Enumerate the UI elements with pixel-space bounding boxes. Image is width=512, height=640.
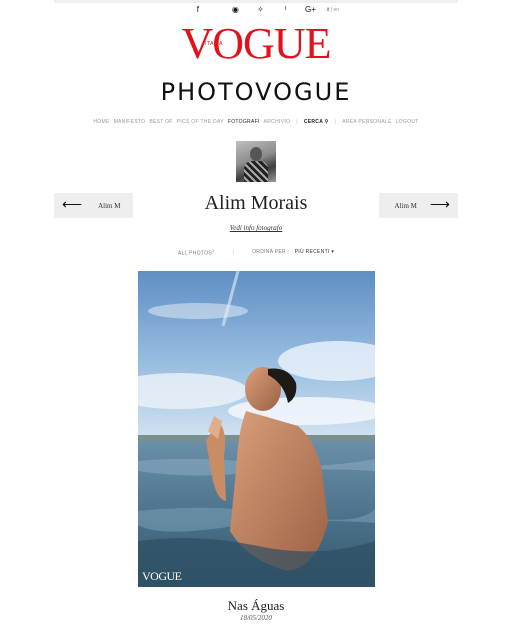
- search-icon: ⚲: [324, 119, 329, 125]
- logo-wordmark: VOGUE: [181, 19, 332, 68]
- lang-en[interactable]: en: [334, 7, 340, 13]
- sort-dropdown[interactable]: PIÙ RECENTI ▾: [295, 249, 335, 255]
- nav-manifesto[interactable]: MANIFESTO: [114, 119, 146, 125]
- nav-separator: |: [334, 119, 337, 125]
- arrow-right-icon: ⟶: [429, 198, 450, 213]
- nav-archivio[interactable]: ARCHIVIO: [264, 119, 291, 125]
- next-photographer-button[interactable]: Alim M ⟶: [379, 193, 458, 218]
- next-photographer-label: Alim M: [394, 201, 417, 210]
- facebook-icon[interactable]: f: [173, 4, 223, 16]
- nav-home[interactable]: HOME: [93, 119, 109, 125]
- photo-watermark: VOGUE: [142, 569, 182, 583]
- logo-subtitle: ITALIA: [205, 41, 223, 47]
- filters-bar: ALL PHOTOS1 | ORDINA PER : PIÙ RECENTI ▾: [0, 248, 512, 257]
- photo-image[interactable]: VOGUE: [138, 271, 375, 587]
- nav-area-personale[interactable]: AREA PERSONALE: [342, 119, 392, 125]
- all-photos-filter[interactable]: ALL PHOTOS1: [178, 248, 215, 257]
- avatar[interactable]: [236, 141, 276, 182]
- nav-logout[interactable]: LOGOUT: [396, 119, 419, 125]
- language-switch[interactable]: it | en: [327, 4, 339, 16]
- photo-illustration: [138, 271, 375, 587]
- lang-it[interactable]: it: [327, 7, 330, 13]
- social-bar: f ◉ ✧ ᴵ G+ it | en: [0, 4, 512, 16]
- nav-separator: |: [296, 119, 298, 125]
- google-plus-icon[interactable]: G+: [298, 4, 323, 16]
- vogue-logo[interactable]: VOGUE ITALIA: [0, 22, 512, 66]
- nav-pics-of-the-day[interactable]: PICS OF THE DAY: [177, 119, 224, 125]
- sort-value: PIÙ RECENTI: [294, 249, 330, 256]
- sort-colon: :: [287, 249, 290, 256]
- all-photos-label: ALL PHOTOS: [177, 250, 212, 257]
- filters-separator: |: [232, 249, 235, 256]
- twitter-icon[interactable]: ✧: [248, 4, 273, 16]
- avatar-body: [244, 161, 268, 182]
- nav-fotografi[interactable]: FOTOGRAFI: [228, 119, 260, 125]
- nav-search[interactable]: CERCA ⚲: [304, 119, 329, 125]
- chevron-down-icon: ▾: [331, 249, 335, 256]
- photo-title[interactable]: Nas Águas: [0, 598, 512, 614]
- nav-search-label: CERCA: [303, 119, 323, 125]
- sort-label: ORDINA PER: [252, 249, 286, 256]
- photo-date: 18/05/2020: [240, 614, 272, 622]
- instagram-icon[interactable]: ◉: [223, 4, 248, 16]
- main-nav: HOME MANIFESTO BEST OF PICS OF THE DAY F…: [0, 119, 512, 125]
- nav-best-of[interactable]: BEST OF: [149, 119, 172, 125]
- avatar-head: [250, 147, 262, 161]
- photovogue-title[interactable]: PHOTOVOGUE: [0, 78, 512, 106]
- photographer-info-link[interactable]: Vedi info fotografo: [0, 224, 512, 232]
- top-divider: [54, 0, 458, 3]
- pinterest-icon[interactable]: ᴵ: [273, 4, 298, 16]
- all-photos-count: 1: [211, 248, 215, 253]
